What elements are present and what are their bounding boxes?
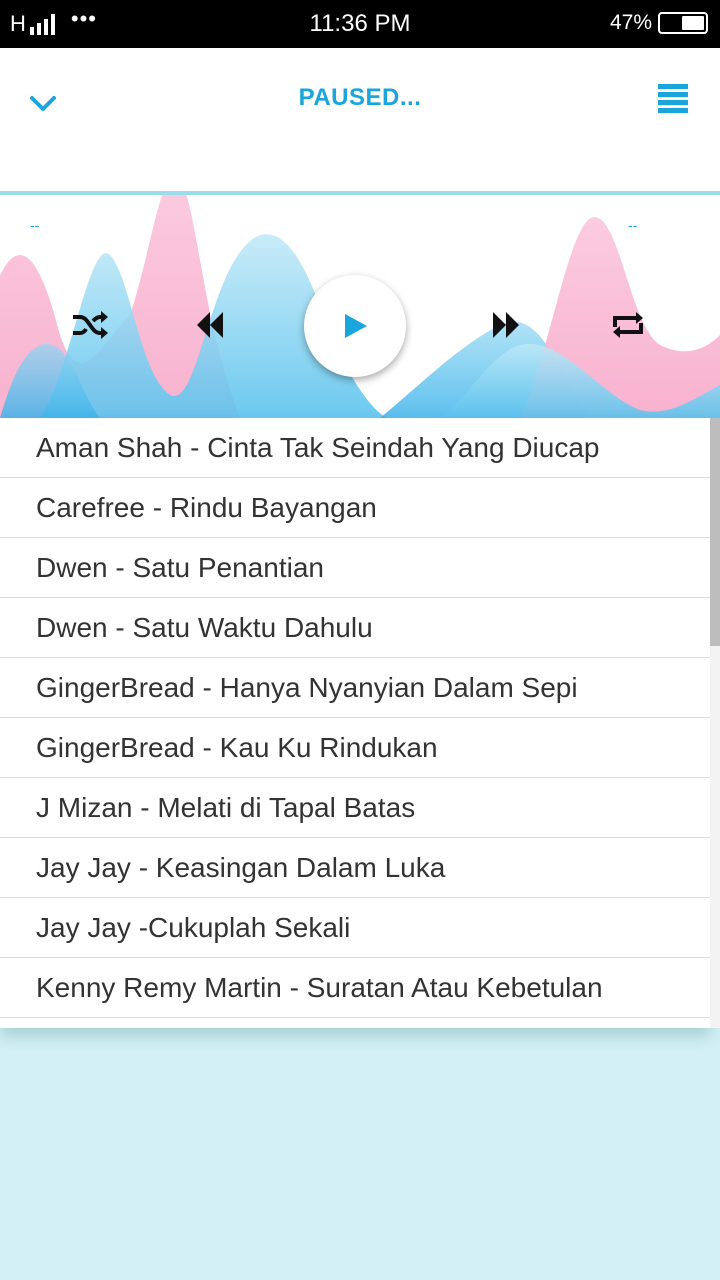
song-item[interactable]: Kenny Remy Martin - Suratan Atau Kebetul… <box>0 958 710 1018</box>
song-item[interactable]: Aman Shah - Cinta Tak Seindah Yang Diuca… <box>0 418 710 478</box>
song-item[interactable]: Jay Jay -Cukuplah Sekali <box>0 898 710 958</box>
fast-forward-icon <box>493 312 519 338</box>
shuffle-button[interactable] <box>68 305 112 345</box>
song-item[interactable]: Dwen - Satu Waktu Dahulu <box>0 598 710 658</box>
elapsed-time: -- <box>30 217 40 233</box>
player-header: PAUSED... <box>0 48 720 192</box>
player-controls-panel: -- -- <box>0 195 720 418</box>
repeat-button[interactable] <box>606 305 650 345</box>
play-icon <box>345 314 367 338</box>
rewind-icon <box>197 312 223 338</box>
battery-icon <box>658 12 708 34</box>
list-scrollbar[interactable] <box>710 418 720 1028</box>
song-item[interactable]: Dwen - Satu Penantian <box>0 538 710 598</box>
status-bar: H ••• 11:36 PM 47% <box>0 0 720 48</box>
battery-percent: 47% <box>609 11 652 34</box>
song-item[interactable]: J Mizan - Melati di Tapal Batas <box>0 778 710 838</box>
rewind-button[interactable] <box>190 305 230 345</box>
repeat-icon <box>613 312 643 338</box>
song-item[interactable]: Jay Jay - Keasingan Dalam Luka <box>0 838 710 898</box>
play-button[interactable] <box>304 275 406 377</box>
shuffle-icon <box>73 311 108 339</box>
menu-button[interactable] <box>656 82 690 116</box>
song-list: Aman Shah - Cinta Tak Seindah Yang Diuca… <box>0 418 710 1028</box>
song-item[interactable]: GingerBread - Hanya Nyanyian Dalam Sepi <box>0 658 710 718</box>
scrollbar-thumb[interactable] <box>710 418 720 646</box>
playback-status-title: PAUSED... <box>298 84 422 111</box>
song-item[interactable]: GingerBread - Kau Ku Rindukan <box>0 718 710 778</box>
duration-time: -- <box>628 217 638 233</box>
song-item[interactable]: Carefree - Rindu Bayangan <box>0 478 710 538</box>
fast-forward-button[interactable] <box>486 305 526 345</box>
menu-icon <box>658 84 688 113</box>
